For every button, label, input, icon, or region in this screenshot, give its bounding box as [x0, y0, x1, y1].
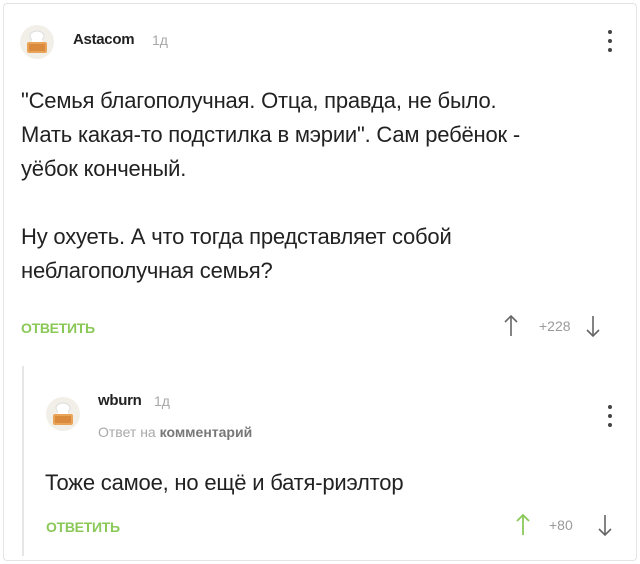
reply-button[interactable]: ОТВЕТИТЬ	[21, 320, 95, 336]
comment-text: "Семья благополучная. Отца, правда, не б…	[21, 88, 520, 283]
comment-text: Тоже самое, но ещё и батя-риэлтор	[45, 470, 404, 495]
reply-button[interactable]: ОТВЕТИТЬ	[46, 519, 120, 535]
avatar[interactable]	[46, 397, 80, 431]
comment-author[interactable]: wburn	[98, 392, 142, 409]
vote-controls: +228	[503, 314, 601, 338]
comment-author[interactable]: Astacom	[73, 31, 135, 48]
more-vertical-icon[interactable]	[603, 30, 617, 52]
arrow-up-icon[interactable]	[515, 513, 531, 537]
more-vertical-icon[interactable]	[603, 405, 617, 427]
comment-time: 1д	[154, 393, 170, 409]
arrow-down-icon[interactable]	[597, 513, 613, 537]
comment-time: 1д	[152, 32, 168, 48]
reply-to-link[interactable]: комментарий	[160, 424, 253, 440]
avatar-image	[53, 402, 73, 425]
comment-score: +228	[539, 318, 571, 334]
reply-to-info: Ответ на комментарий	[98, 424, 252, 440]
reply-to-prefix: Ответ на	[98, 424, 156, 440]
vote-controls: +80	[515, 513, 613, 537]
arrow-up-icon[interactable]	[503, 314, 519, 338]
thread-line[interactable]	[22, 366, 24, 556]
comment-score: +80	[549, 517, 573, 533]
arrow-down-icon[interactable]	[585, 314, 601, 338]
avatar-image	[27, 30, 47, 53]
avatar[interactable]	[20, 25, 54, 59]
